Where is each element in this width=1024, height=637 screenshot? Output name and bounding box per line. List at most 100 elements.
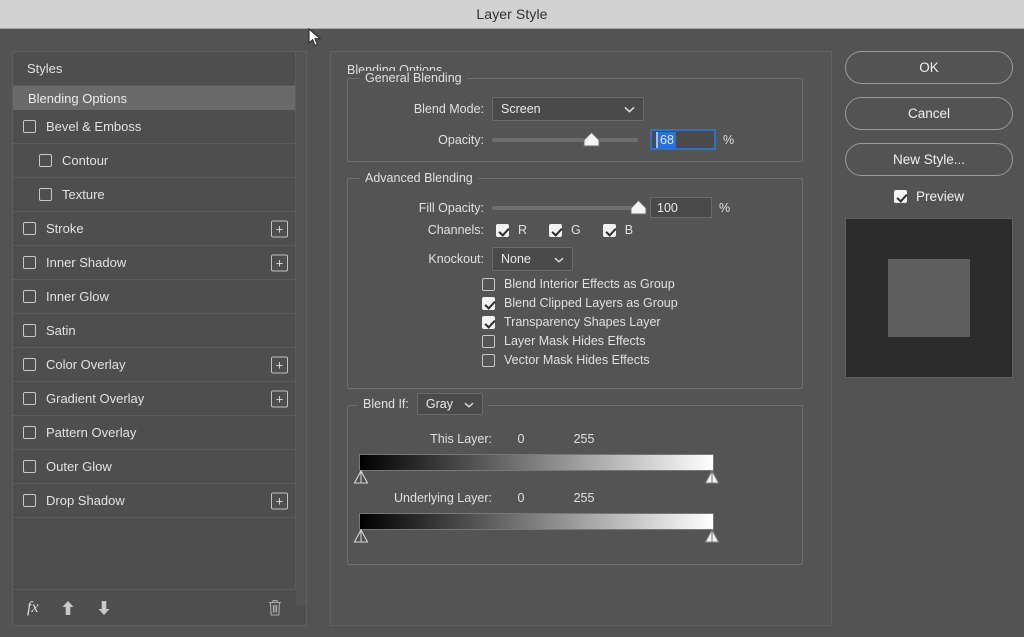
sidebar-item-label: Contour [62,153,109,168]
underlying-layer-black-handle[interactable] [353,528,369,550]
blend-mode-select[interactable]: Screen [492,97,644,121]
checkbox-icon[interactable] [23,222,36,235]
knockout-select[interactable]: None [492,247,573,271]
option-label: Blend Interior Effects as Group [504,277,675,291]
option-label: Layer Mask Hides Effects [504,334,646,348]
checkbox-icon[interactable] [23,392,36,405]
page-title: Layer Style [476,6,548,22]
styles-sidebar: Styles Blending Options Bevel & Emboss C… [12,51,307,626]
cancel-button[interactable]: Cancel [845,97,1013,130]
checkbox-icon[interactable] [39,188,52,201]
this-layer-white-handle[interactable] [704,469,720,491]
checkbox-icon[interactable] [23,290,36,303]
fill-opacity-slider[interactable] [492,199,647,214]
trash-icon[interactable] [268,599,282,616]
blend-mode-label: Blend Mode: [413,102,484,116]
layer-style-dialog: Layer Style Styles Blending Options Beve… [0,0,1024,637]
opacity-input[interactable]: 68 [650,129,716,150]
blend-clipped-layers-checkbox[interactable] [482,296,495,310]
fill-opacity-slider-track[interactable] [492,205,638,210]
sidebar-item-label: Color Overlay [46,357,126,372]
channel-b-checkbox[interactable] [602,223,616,237]
add-effect-plus-icon[interactable]: + [271,254,288,271]
sidebar-item-satin[interactable]: Satin [13,314,296,348]
sidebar-scrollbar[interactable] [295,52,306,605]
general-blending-title: General Blending [360,71,467,85]
checkbox-icon[interactable] [23,460,36,473]
styles-list: Styles Blending Options Bevel & Emboss C… [13,52,296,518]
sidebar-item-inner-glow[interactable]: Inner Glow [13,280,296,314]
blend-interior-effects-checkbox[interactable] [482,277,495,291]
this-layer-black-handle[interactable] [353,469,369,491]
opacity-percent-sign: % [723,132,735,147]
chevron-down-icon [464,397,474,411]
new-style-button[interactable]: New Style... [845,143,1013,176]
sidebar-item-label: Inner Glow [46,289,109,304]
blend-if-label: Blend If: [363,397,409,411]
add-effect-plus-icon[interactable]: + [271,220,288,237]
checkbox-icon[interactable] [23,358,36,371]
sidebar-item-pattern-overlay[interactable]: Pattern Overlay [13,416,296,450]
blend-if-group: Blend If: Gray This Layer: 0 255 Underly… [347,393,803,565]
ok-button[interactable]: OK [845,51,1013,84]
underlying-layer-white-handle[interactable] [704,528,720,550]
move-up-icon[interactable] [61,600,75,616]
fill-opacity-input[interactable]: 100 [650,197,712,218]
transparency-shapes-layer-checkbox[interactable] [482,315,495,329]
this-layer-gradient-bar[interactable] [359,454,714,471]
sidebar-item-texture[interactable]: Texture [13,178,296,212]
sidebar-item-label: Satin [46,323,76,338]
add-effect-plus-icon[interactable]: + [271,356,288,373]
preview-checkbox[interactable] [893,190,907,203]
sidebar-item-bevel-emboss[interactable]: Bevel & Emboss [13,110,296,144]
underlying-layer-max: 255 [573,491,595,505]
option-blend-clipped-layers[interactable]: Blend Clipped Layers as Group [482,296,678,310]
sidebar-item-outer-glow[interactable]: Outer Glow [13,450,296,484]
sidebar-item-blending-options[interactable]: Blending Options [13,86,296,110]
sidebar-item-label: Drop Shadow [46,493,125,508]
checkbox-icon[interactable] [23,120,36,133]
this-layer-label: This Layer: [430,432,492,446]
option-blend-interior-effects[interactable]: Blend Interior Effects as Group [482,277,678,291]
preview-toggle[interactable]: Preview [845,189,1013,204]
channel-r-checkbox[interactable] [496,223,509,237]
sidebar-item-inner-shadow[interactable]: Inner Shadow + [13,246,296,280]
opacity-slider-track[interactable] [492,137,638,142]
fx-icon[interactable]: fx [27,599,39,617]
underlying-layer-gradient-bar[interactable] [359,513,714,530]
sidebar-item-label: Stroke [46,221,84,236]
blend-if-channel-select[interactable]: Gray [416,393,483,415]
chevron-down-icon [554,252,564,266]
fill-opacity-slider-thumb[interactable] [630,199,647,215]
knockout-label: Knockout: [428,252,484,266]
channel-g-checkbox[interactable] [549,223,563,237]
blend-if-header: Blend If: Gray [358,393,488,415]
add-effect-plus-icon[interactable]: + [271,390,288,407]
sidebar-item-gradient-overlay[interactable]: Gradient Overlay + [13,382,296,416]
option-vector-mask-hides-effects[interactable]: Vector Mask Hides Effects [482,353,678,367]
general-blending-group: General Blending Blend Mode: Screen Opac… [347,71,803,162]
option-label: Blend Clipped Layers as Group [504,296,678,310]
sidebar-item-drop-shadow[interactable]: Drop Shadow + [13,484,296,518]
checkbox-icon[interactable] [23,256,36,269]
sidebar-item-styles[interactable]: Styles [13,52,296,86]
fill-opacity-label: Fill Opacity: [418,200,484,215]
blend-if-channel-value: Gray [425,397,453,411]
opacity-slider[interactable] [492,131,638,146]
add-effect-plus-icon[interactable]: + [271,492,288,509]
checkbox-icon[interactable] [23,494,36,507]
opacity-slider-thumb[interactable] [583,131,600,147]
option-transparency-shapes-layer[interactable]: Transparency Shapes Layer [482,315,678,329]
sidebar-item-contour[interactable]: Contour [13,144,296,178]
sidebar-item-color-overlay[interactable]: Color Overlay + [13,348,296,382]
move-down-icon[interactable] [97,600,111,616]
preview-label: Preview [915,189,964,204]
checkbox-icon[interactable] [23,426,36,439]
checkbox-icon[interactable] [39,154,52,167]
checkbox-icon[interactable] [23,324,36,337]
vector-mask-hides-effects-checkbox[interactable] [482,353,495,367]
layer-mask-hides-effects-checkbox[interactable] [482,334,495,348]
sidebar-item-stroke[interactable]: Stroke + [13,212,296,246]
option-layer-mask-hides-effects[interactable]: Layer Mask Hides Effects [482,334,678,348]
channel-b-label: B [624,223,634,237]
